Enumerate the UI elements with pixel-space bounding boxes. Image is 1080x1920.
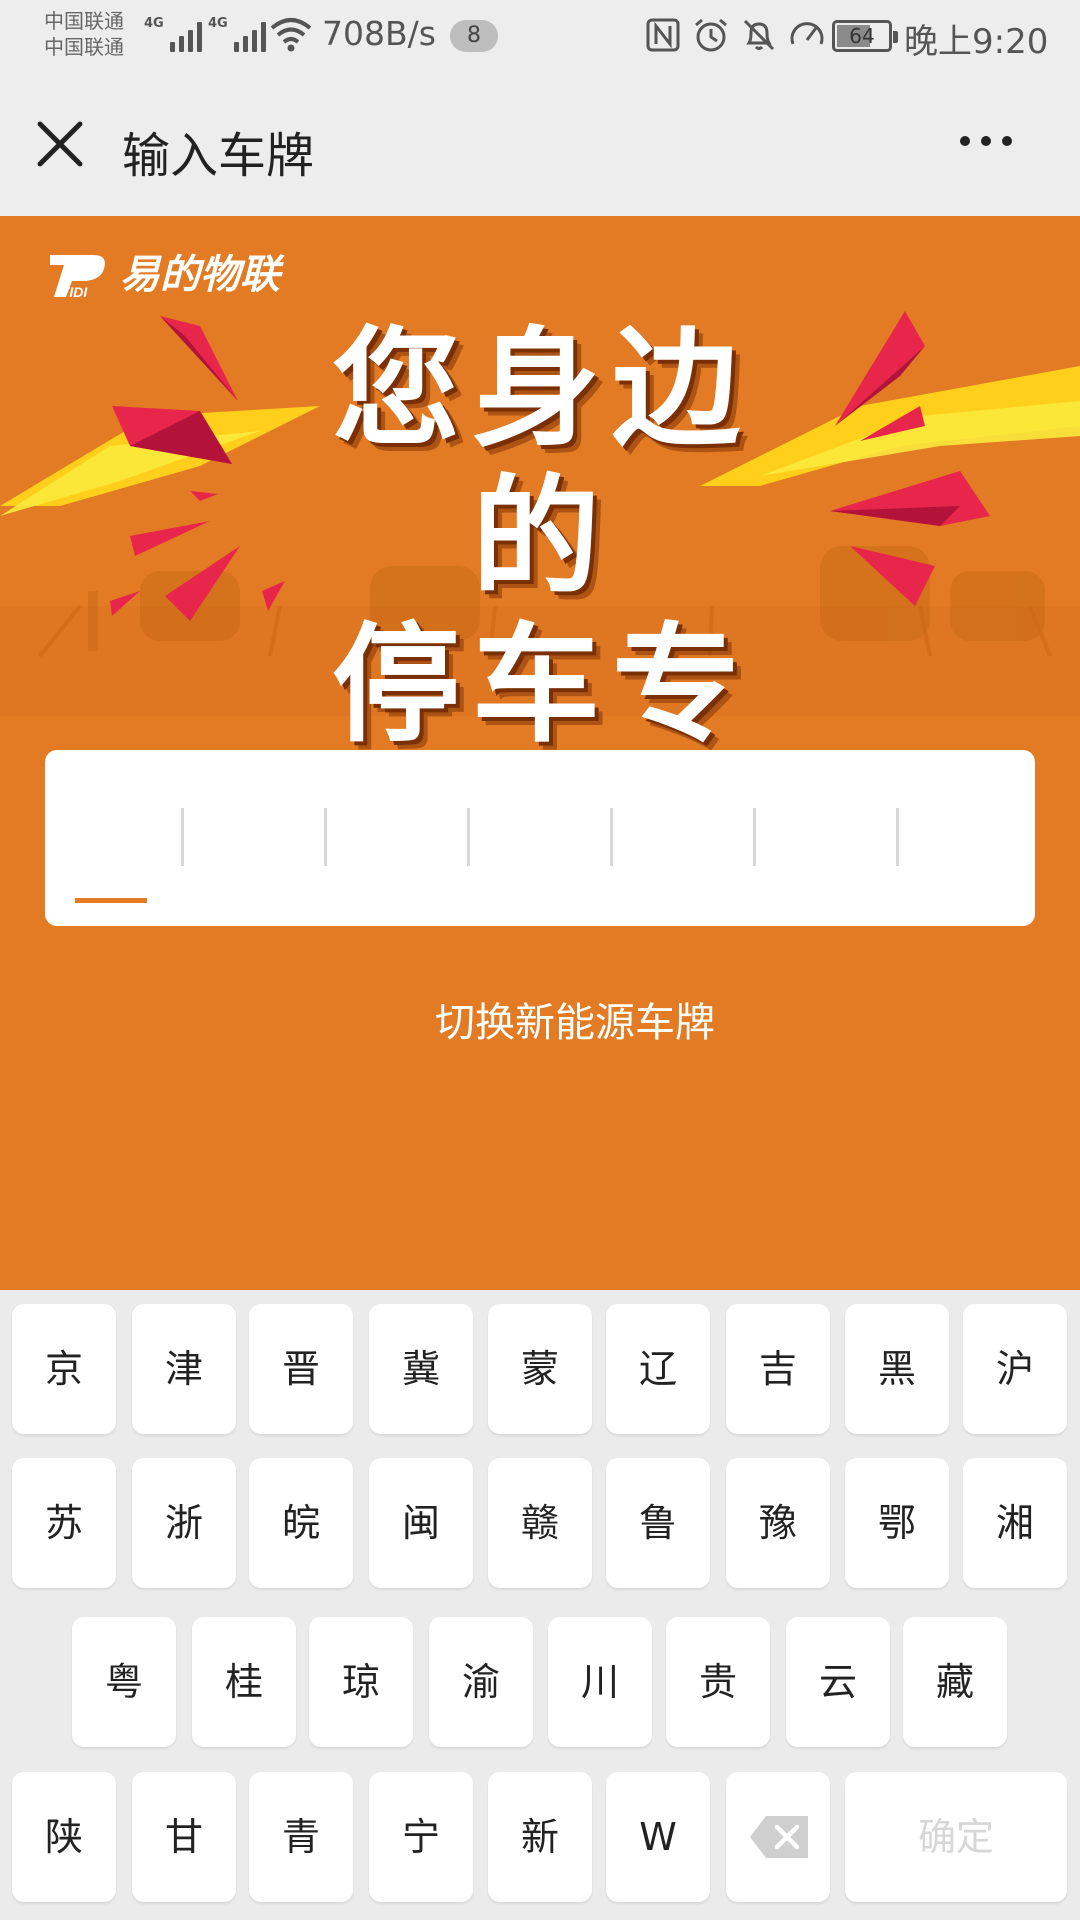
speedometer-icon <box>790 22 824 45</box>
key[interactable]: 渝 <box>429 1617 533 1747</box>
carrier-2: 中国联通 <box>44 35 124 59</box>
key[interactable]: 津 <box>132 1304 236 1434</box>
key[interactable]: 沪 <box>963 1304 1067 1434</box>
network-2-label: 4G <box>208 16 228 31</box>
page-title: 输入车牌 <box>122 128 315 184</box>
alarm-icon <box>695 18 727 52</box>
key[interactable]: 黑 <box>845 1304 949 1434</box>
clock: 晚上9:20 <box>904 22 1049 62</box>
key[interactable]: 吉 <box>726 1304 830 1434</box>
battery-level: 64 <box>849 24 875 48</box>
key[interactable]: 云 <box>786 1617 890 1747</box>
plate-slot-divider <box>181 808 184 866</box>
svg-text:YIDI: YIDI <box>60 284 88 299</box>
wifi-icon <box>270 18 312 52</box>
delete-button[interactable] <box>726 1772 830 1902</box>
status-bar: 中国联通 中国联通 4G 4G 708B/s 8 64 晚上9:20 <box>0 0 1080 78</box>
key[interactable]: 陕 <box>12 1772 116 1902</box>
main-content: YIDI 易的物联 您身边的 停车专家 切换新能源车牌 <box>0 216 1080 1290</box>
network-speed: 708B/s <box>322 14 436 53</box>
slogan-line-1: 您身边的 <box>331 315 752 612</box>
battery-icon: 64 <box>832 20 898 52</box>
plate-input[interactable] <box>45 750 1035 926</box>
key[interactable]: 皖 <box>249 1458 353 1588</box>
close-icon[interactable] <box>32 116 88 172</box>
key[interactable]: 赣 <box>488 1458 592 1588</box>
backspace-icon <box>750 1816 808 1858</box>
yidi-logo-icon: YIDI <box>50 255 105 299</box>
key[interactable]: 桂 <box>192 1617 296 1747</box>
carrier-1: 中国联通 <box>44 9 124 33</box>
key[interactable]: 鲁 <box>606 1458 710 1588</box>
key[interactable]: 晋 <box>249 1304 353 1434</box>
key[interactable]: 藏 <box>903 1617 1007 1747</box>
plate-slot-divider <box>753 808 756 866</box>
key[interactable]: 甘 <box>132 1772 236 1902</box>
confirm-button[interactable]: 确定 <box>845 1772 1067 1902</box>
brand-name: 易的物联 <box>120 252 280 298</box>
key[interactable]: 宁 <box>369 1772 473 1902</box>
network-1-label: 4G <box>144 16 164 31</box>
key[interactable]: 闽 <box>369 1458 473 1588</box>
key[interactable]: 冀 <box>369 1304 473 1434</box>
plate-slot-divider <box>896 808 899 866</box>
key[interactable]: 浙 <box>132 1458 236 1588</box>
key[interactable]: 鄂 <box>845 1458 949 1588</box>
signal-1-icon: 4G <box>144 16 202 52</box>
nfc-icon <box>646 18 680 52</box>
signal-2-icon: 4G <box>208 16 266 52</box>
key[interactable]: W <box>606 1772 710 1902</box>
key[interactable]: 川 <box>548 1617 652 1747</box>
key[interactable]: 新 <box>488 1772 592 1902</box>
brand-logo: YIDI 易的物联 <box>46 242 280 300</box>
plate-slot-divider <box>324 808 327 866</box>
plate-slot-divider <box>467 808 470 866</box>
key[interactable]: 粤 <box>72 1617 176 1747</box>
key[interactable]: 青 <box>249 1772 353 1902</box>
key[interactable]: 京 <box>12 1304 116 1434</box>
key[interactable]: 蒙 <box>488 1304 592 1434</box>
active-slot-indicator <box>75 898 147 903</box>
key[interactable]: 贵 <box>666 1617 770 1747</box>
title-bar: 输入车牌 <box>0 78 1080 216</box>
province-keyboard: 京 津 晋 冀 蒙 辽 吉 黑 沪 苏 浙 皖 闽 赣 鲁 豫 鄂 湘 粤 桂 … <box>0 1290 1080 1920</box>
key[interactable]: 辽 <box>606 1304 710 1434</box>
key[interactable]: 豫 <box>726 1458 830 1588</box>
key[interactable]: 琼 <box>309 1617 413 1747</box>
carrier-labels: 中国联通 中国联通 <box>44 8 124 60</box>
plate-slot-divider <box>610 808 613 866</box>
key[interactable]: 湘 <box>963 1458 1067 1588</box>
notification-badge: 8 <box>450 20 498 52</box>
switch-new-energy-plate-link[interactable]: 切换新能源车牌 <box>0 990 1080 1048</box>
key[interactable]: 苏 <box>12 1458 116 1588</box>
bell-muted-icon <box>743 19 775 51</box>
more-horizontal-icon[interactable] <box>960 136 1024 156</box>
